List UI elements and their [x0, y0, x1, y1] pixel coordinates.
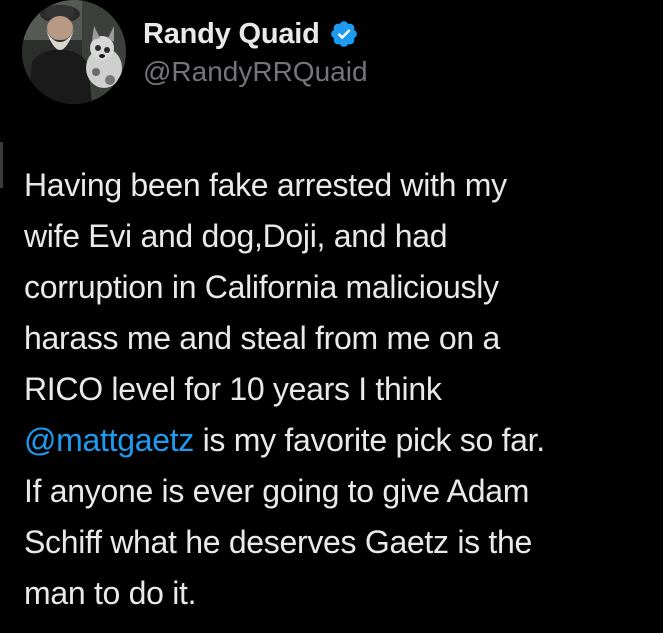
author-handle[interactable]: @RandyRRQuaid — [143, 56, 368, 88]
tweet-line: harass me and steal from me on a — [24, 320, 500, 356]
thread-indicator — [0, 142, 3, 188]
profile-photo-icon — [22, 0, 126, 104]
tweet-line: If anyone is ever going to give Adam — [24, 473, 530, 509]
tweet-line: corruption in California maliciously — [24, 269, 499, 305]
tweet-line: Schiff what he deserves Gaetz is the — [24, 524, 532, 560]
mention-link[interactable]: @mattgaetz — [24, 422, 194, 458]
author-avatar[interactable] — [22, 0, 126, 104]
author-name-row: Randy Quaid — [143, 14, 359, 54]
tweet-text: Having been fake arrested with my wife E… — [24, 160, 660, 619]
tweet-line: Having been fake arrested with my — [24, 167, 507, 203]
tweet-line: wife Evi and dog,Doji, and had — [24, 218, 448, 254]
tweet-line: man to do it. — [24, 575, 197, 611]
tweet-card: Randy Quaid @RandyRRQuaid Having been fa… — [0, 0, 663, 633]
tweet-line-rest: is my favorite pick so far. — [194, 422, 546, 458]
verified-badge-icon — [329, 19, 359, 49]
tweet-line: @mattgaetz is my favorite pick so far. — [24, 415, 660, 466]
tweet-line: RICO level for 10 years I think — [24, 371, 442, 407]
author-display-name[interactable]: Randy Quaid — [143, 18, 320, 51]
